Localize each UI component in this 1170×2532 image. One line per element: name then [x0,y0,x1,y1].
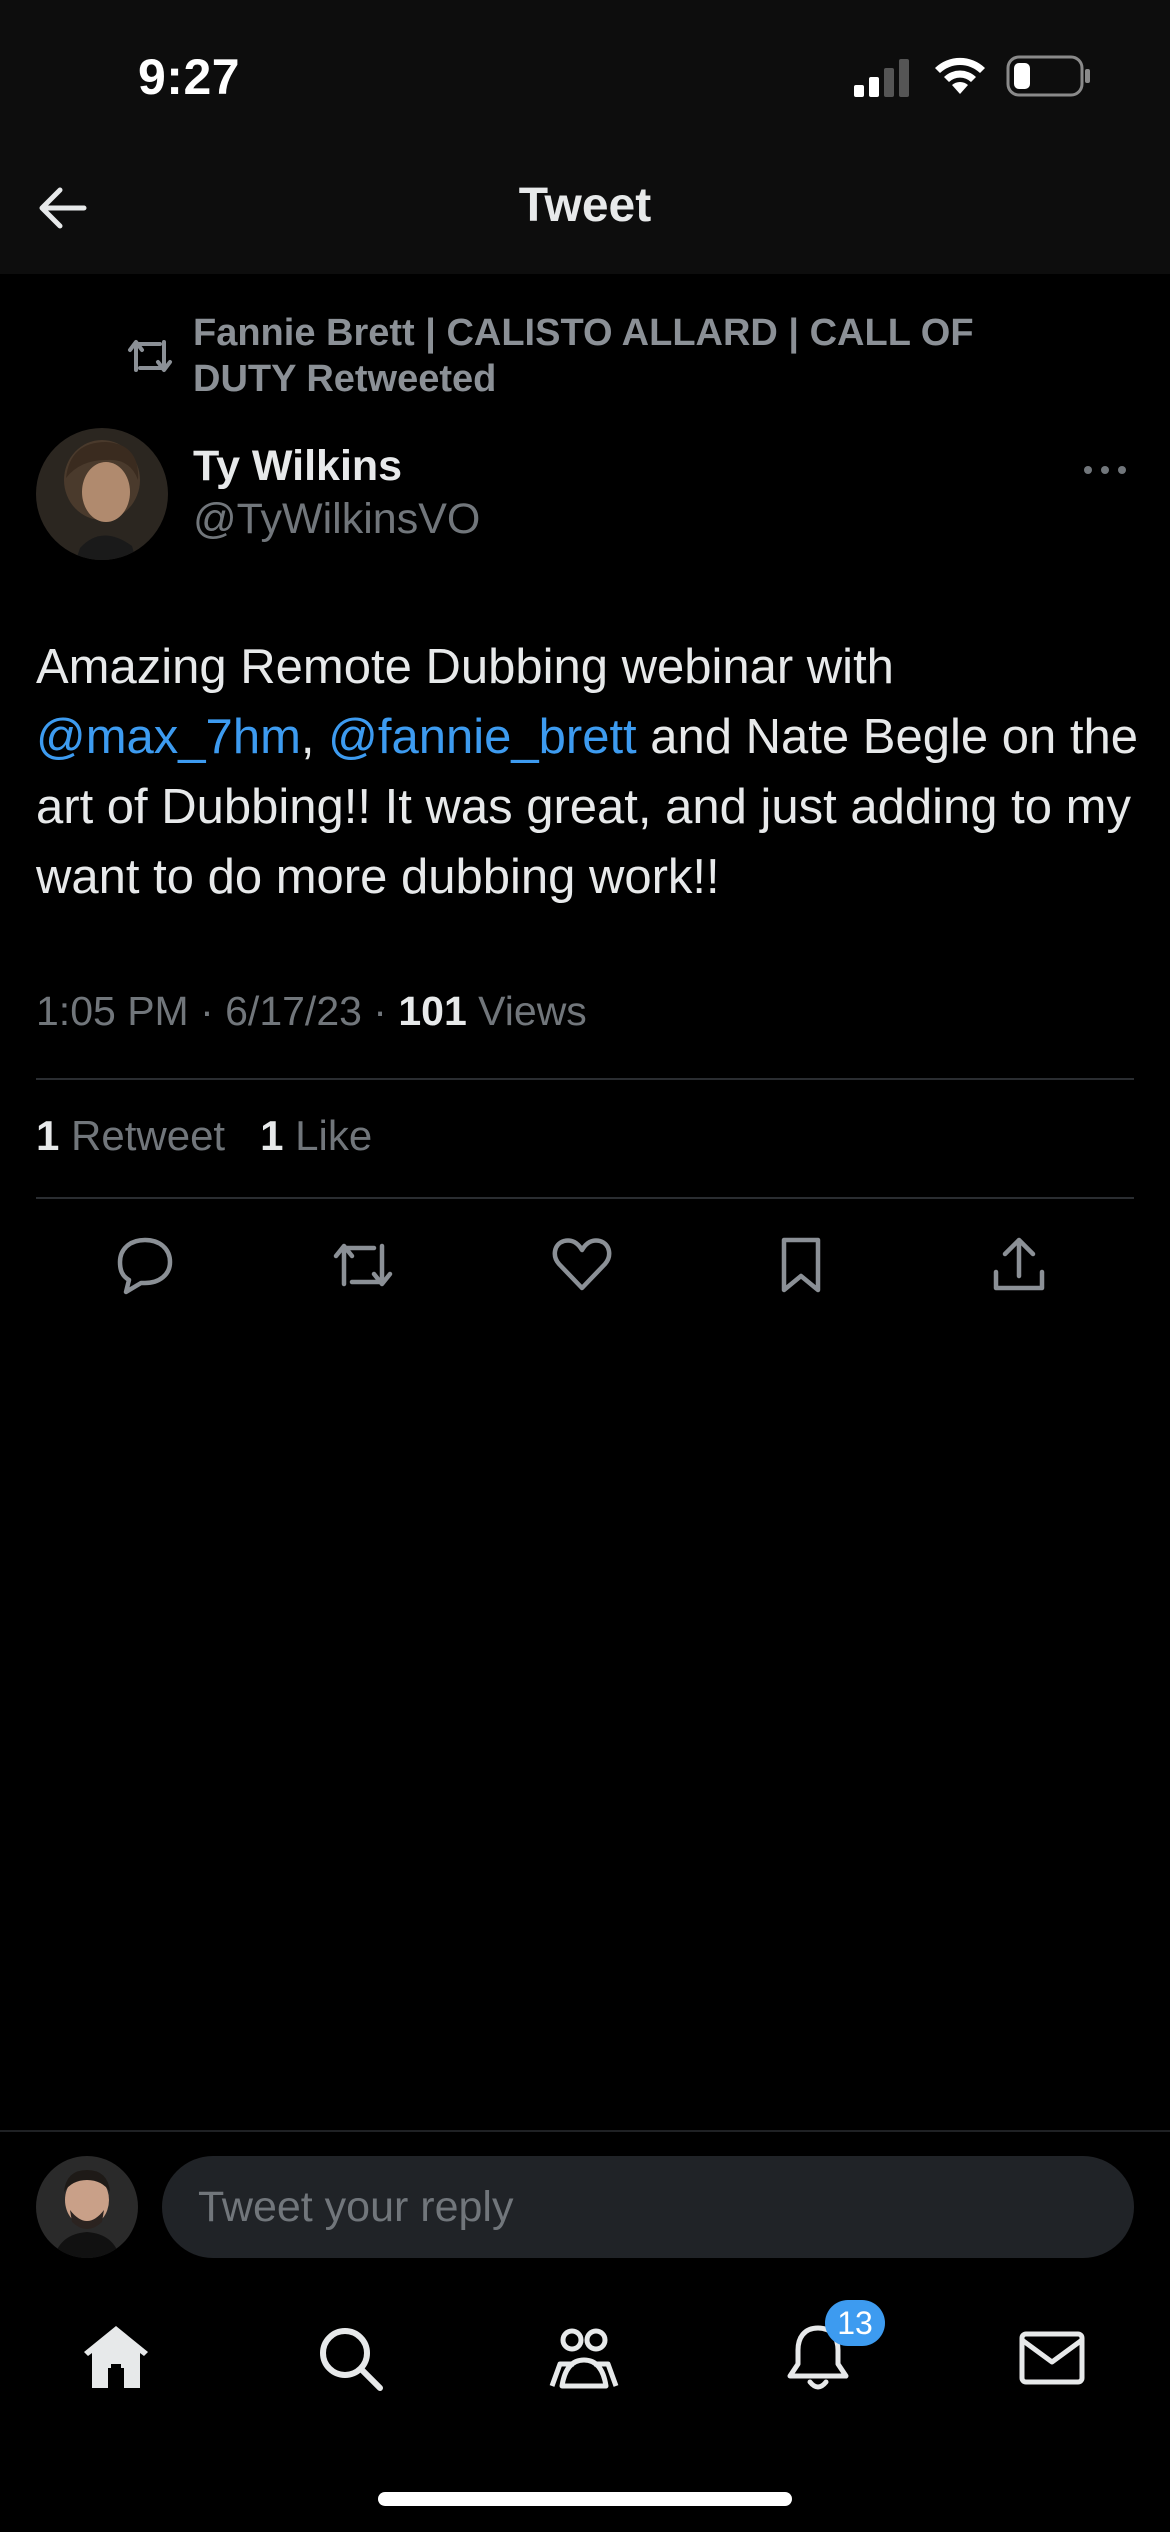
messages-icon[interactable] [1014,2320,1090,2396]
notification-badge: 13 [825,2300,885,2346]
retweet-count: 1 [36,1112,60,1159]
header: Tweet [0,150,1170,274]
reply-input[interactable] [162,2156,1134,2258]
likes-stat[interactable]: 1 Like [260,1112,372,1159]
tweet-text-part: Amazing Remote Dubbing webinar with [36,640,894,694]
views-count: 101 [398,988,467,1034]
communities-icon[interactable] [546,2320,622,2396]
tweet-timestamp[interactable]: 1:05 PM · 6/17/23 · [36,988,398,1034]
battery-icon [1006,55,1090,97]
author-handle[interactable]: @TyWilkinsVO [193,495,480,544]
like-label: Like [283,1112,373,1159]
retweet-label: Retweet [59,1112,226,1159]
mention-link[interactable]: @fannie_brett [328,710,637,764]
home-icon[interactable] [78,2320,154,2396]
retweets-stat[interactable]: 1 Retweet [36,1112,225,1159]
author-name[interactable]: Ty Wilkins [193,442,402,491]
reply-icon[interactable] [112,1232,178,1298]
views-label: Views [466,988,587,1034]
tweet-text: Amazing Remote Dubbing webinar with @max… [36,632,1146,912]
tweet-meta: 1:05 PM · 6/17/23 · 101 Views [36,988,587,1035]
share-icon[interactable] [986,1232,1052,1298]
status-bar: 9:27 [0,0,1170,150]
more-horizontal-icon[interactable] [1080,455,1130,485]
retweet-context-icon [128,340,172,372]
reply-divider [0,2130,1170,2132]
divider [36,1197,1134,1199]
retweet-icon[interactable] [330,1232,396,1298]
search-icon[interactable] [312,2320,388,2396]
bookmark-icon[interactable] [768,1232,834,1298]
current-user-avatar[interactable] [36,2156,138,2258]
tweet-text-part: , [300,710,329,764]
status-time: 9:27 [138,49,241,105]
home-indicator [378,2492,792,2506]
mention-link[interactable]: @max_7hm [36,710,301,764]
tweet-stats: 1 Retweet 1 Like [36,1112,372,1160]
avatar[interactable] [36,428,168,560]
page-title: Tweet [518,179,652,232]
divider [36,1078,1134,1080]
wifi-icon [935,57,985,94]
cellular-signal-icon [854,59,909,97]
retweet-context[interactable]: Fannie Brett | CALISTO ALLARD | CALL OF … [193,310,1013,402]
like-count: 1 [260,1112,284,1159]
like-icon[interactable] [549,1232,615,1298]
